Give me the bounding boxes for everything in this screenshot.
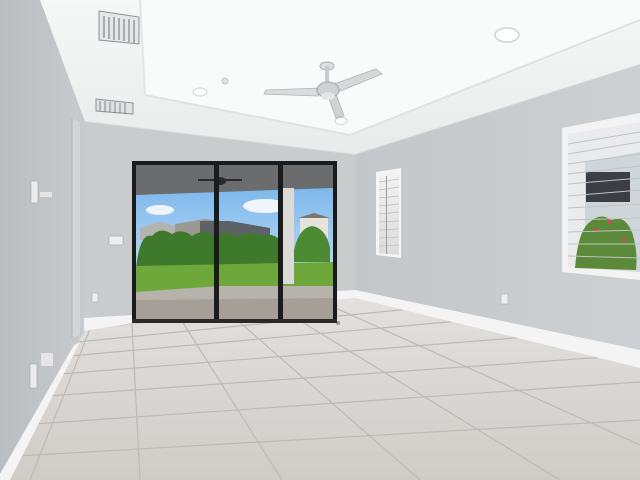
- left-door-frame: [71, 118, 80, 338]
- light-switch-icon: [108, 235, 124, 246]
- window-blinds: [376, 168, 401, 258]
- wall-outlet-icon: [500, 293, 509, 305]
- sliding-glass-door: [132, 161, 337, 323]
- air-vent-icon: [98, 10, 140, 45]
- wall-outlet-icon: [91, 292, 99, 303]
- window-large: [562, 113, 640, 280]
- outdoor-view: [136, 165, 333, 319]
- empty-room-photo: [0, 0, 640, 480]
